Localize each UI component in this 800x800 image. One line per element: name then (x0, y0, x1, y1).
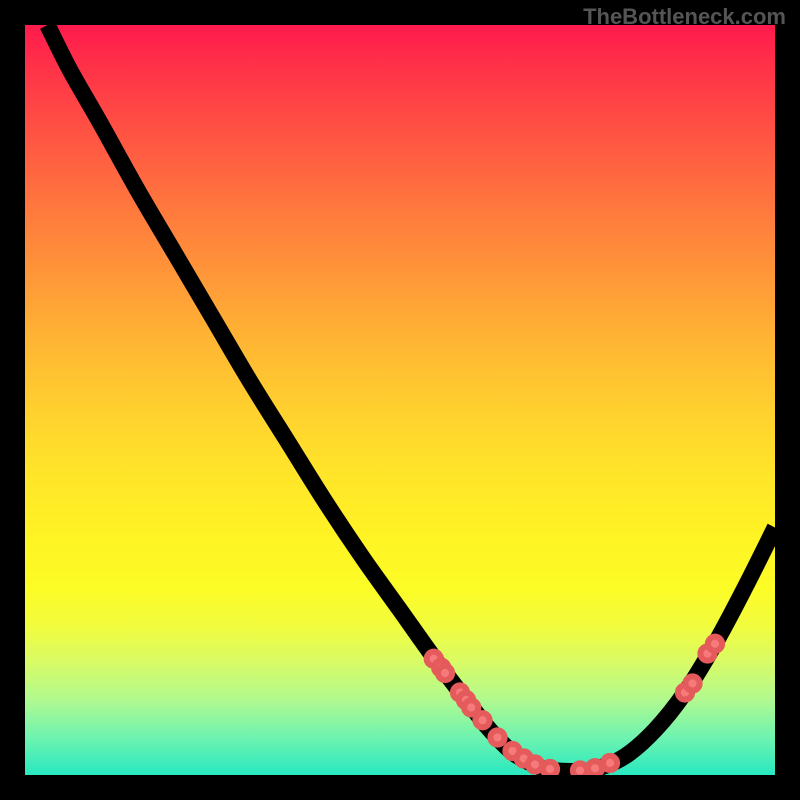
watermark-text: TheBottleneck.com (583, 4, 786, 30)
highlight-dot (685, 676, 699, 690)
bottleneck-curve-line (48, 25, 776, 771)
highlight-dot (543, 762, 557, 775)
highlight-dot (438, 666, 452, 680)
chart-plot-area (25, 25, 775, 775)
highlight-dot (708, 637, 722, 651)
highlight-dot (490, 730, 504, 744)
highlight-dot (475, 713, 489, 727)
highlight-dot (603, 756, 617, 770)
chart-svg (25, 25, 775, 775)
